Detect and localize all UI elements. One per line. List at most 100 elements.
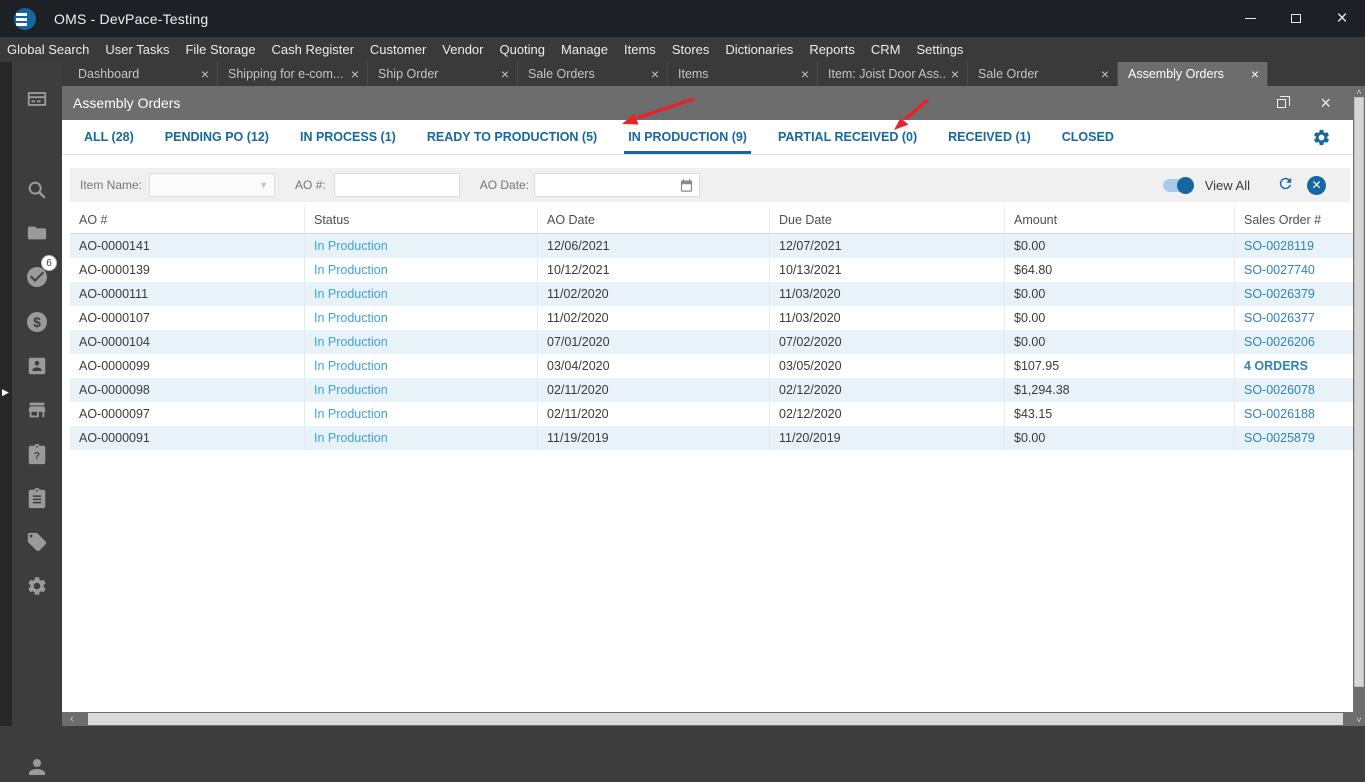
sales-order-link[interactable]: SO-0026206: [1235, 330, 1353, 354]
sales-order-link[interactable]: 4 ORDERS: [1235, 354, 1353, 378]
status-link[interactable]: In Production: [305, 354, 538, 378]
sidebar-item-orders[interactable]: [12, 483, 62, 513]
refresh-button[interactable]: [1277, 175, 1294, 195]
menu-settings[interactable]: Settings: [916, 42, 963, 57]
menu-user-tasks[interactable]: User Tasks: [105, 42, 169, 57]
doc-tab-item-joist[interactable]: Item: Joist Door Ass... ×: [818, 62, 968, 86]
sales-order-link[interactable]: SO-0026379: [1235, 282, 1353, 306]
menu-global-search[interactable]: Global Search: [7, 42, 89, 57]
table-row[interactable]: AO-0000099 In Production 03/04/2020 03/0…: [70, 354, 1353, 378]
tab-close-icon[interactable]: ×: [651, 66, 659, 82]
table-row[interactable]: AO-0000097 In Production 02/11/2020 02/1…: [70, 402, 1353, 426]
calendar-icon[interactable]: [679, 178, 694, 196]
item-name-select[interactable]: ▼: [149, 173, 276, 197]
status-link[interactable]: In Production: [305, 258, 538, 282]
sidebar-expander-icon[interactable]: ▶: [2, 387, 9, 398]
sidebar-item-help-tasks[interactable]: ?: [12, 439, 62, 469]
sidebar-item-user[interactable]: [12, 752, 62, 782]
tab-all[interactable]: ALL (28): [80, 120, 138, 154]
vertical-scroll-thumb[interactable]: [1354, 97, 1364, 687]
horizontal-scrollbar[interactable]: ‹: [62, 712, 1353, 726]
menu-crm[interactable]: CRM: [871, 42, 901, 57]
column-header-due-date[interactable]: Due Date: [770, 206, 1005, 233]
minimize-button[interactable]: [1227, 0, 1273, 37]
menu-customer[interactable]: Customer: [370, 42, 426, 57]
status-link[interactable]: In Production: [305, 306, 538, 330]
column-header-ao[interactable]: AO #: [70, 206, 305, 233]
sales-order-link[interactable]: SO-0028119: [1235, 234, 1353, 258]
status-link[interactable]: In Production: [305, 282, 538, 306]
menu-cash-register[interactable]: Cash Register: [272, 42, 354, 57]
clear-filters-button[interactable]: ✕: [1307, 175, 1326, 195]
tab-partial-received[interactable]: PARTIAL RECEIVED (0): [774, 120, 921, 154]
tab-closed[interactable]: CLOSED: [1058, 120, 1118, 154]
tab-close-icon[interactable]: ×: [951, 66, 959, 82]
sidebar-item-settings[interactable]: [12, 571, 62, 601]
menu-reports[interactable]: Reports: [809, 42, 855, 57]
column-header-ao-date[interactable]: AO Date: [538, 206, 770, 233]
maximize-button[interactable]: [1273, 0, 1319, 37]
table-row[interactable]: AO-0000139 In Production 10/12/2021 10/1…: [70, 258, 1353, 282]
status-link[interactable]: In Production: [305, 402, 538, 426]
sidebar-item-tasks[interactable]: 6: [12, 255, 62, 292]
doc-tab-ship-order[interactable]: Ship Order ×: [368, 62, 518, 86]
status-link[interactable]: In Production: [305, 330, 538, 354]
sales-order-link[interactable]: SO-0025879: [1235, 426, 1353, 450]
tab-in-production[interactable]: IN PRODUCTION (9): [624, 120, 751, 154]
menu-items[interactable]: Items: [624, 42, 656, 57]
doc-tab-sale-orders[interactable]: Sale Orders ×: [518, 62, 668, 86]
sidebar-item-cash[interactable]: $: [12, 307, 62, 337]
tab-close-icon[interactable]: ×: [501, 66, 509, 82]
sidebar-item-file-storage[interactable]: [12, 218, 62, 248]
ao-number-input[interactable]: [333, 173, 460, 197]
restore-icon[interactable]: [1277, 95, 1291, 108]
horizontal-scroll-thumb[interactable]: [88, 713, 1343, 725]
ao-date-input[interactable]: [534, 173, 701, 197]
doc-tab-items[interactable]: Items ×: [668, 62, 818, 86]
table-row[interactable]: AO-0000104 In Production 07/01/2020 07/0…: [70, 330, 1353, 354]
tab-close-icon[interactable]: ×: [801, 66, 809, 82]
status-link[interactable]: In Production: [305, 234, 538, 258]
sales-order-link[interactable]: SO-0027740: [1235, 258, 1353, 282]
tab-close-icon[interactable]: ×: [351, 66, 359, 82]
doc-tab-shipping[interactable]: Shipping for e-com... ×: [218, 62, 368, 86]
table-row[interactable]: AO-0000111 In Production 11/02/2020 11/0…: [70, 282, 1353, 306]
grid-settings-button[interactable]: [1312, 120, 1353, 154]
scroll-down-icon[interactable]: ˅: [1353, 715, 1365, 725]
tab-ready-to-production[interactable]: READY TO PRODUCTION (5): [423, 120, 601, 154]
sales-order-link[interactable]: SO-0026078: [1235, 378, 1353, 402]
table-row[interactable]: AO-0000098 In Production 02/11/2020 02/1…: [70, 378, 1353, 402]
menu-stores[interactable]: Stores: [672, 42, 710, 57]
doc-tab-dashboard[interactable]: Dashboard ×: [68, 62, 218, 86]
table-row[interactable]: AO-0000141 In Production 12/06/2021 12/0…: [70, 234, 1353, 258]
sidebar-item-stores[interactable]: [12, 395, 62, 425]
scroll-up-icon[interactable]: ˄: [1353, 87, 1365, 97]
doc-tab-sale-order[interactable]: Sale Order ×: [968, 62, 1118, 86]
status-link[interactable]: In Production: [305, 426, 538, 450]
column-header-amount[interactable]: Amount: [1005, 206, 1235, 233]
menu-manage[interactable]: Manage: [561, 42, 608, 57]
table-row[interactable]: AO-0000091 In Production 11/19/2019 11/2…: [70, 426, 1353, 450]
sidebar-item-dashboard[interactable]: [12, 84, 62, 114]
close-button[interactable]: ×: [1319, 0, 1365, 37]
tab-in-process[interactable]: IN PROCESS (1): [296, 120, 400, 154]
menu-dictionaries[interactable]: Dictionaries: [725, 42, 793, 57]
menu-file-storage[interactable]: File Storage: [185, 42, 255, 57]
inner-close-icon[interactable]: ×: [1320, 94, 1331, 112]
vertical-scrollbar[interactable]: ˄ ˅: [1353, 86, 1365, 726]
sidebar-item-tags[interactable]: [12, 527, 62, 557]
sales-order-link[interactable]: SO-0026188: [1235, 402, 1353, 426]
tab-close-icon[interactable]: ×: [1251, 66, 1259, 82]
status-link[interactable]: In Production: [305, 378, 538, 402]
doc-tab-assembly-orders[interactable]: Assembly Orders ×: [1118, 62, 1268, 86]
view-all-toggle[interactable]: [1162, 176, 1194, 194]
sidebar-item-search[interactable]: [12, 175, 62, 205]
tab-received[interactable]: RECEIVED (1): [944, 120, 1035, 154]
tab-pending-po[interactable]: PENDING PO (12): [161, 120, 273, 154]
column-header-status[interactable]: Status: [305, 206, 538, 233]
sidebar-item-contacts[interactable]: [12, 351, 62, 381]
menu-vendor[interactable]: Vendor: [442, 42, 483, 57]
tab-close-icon[interactable]: ×: [1101, 66, 1109, 82]
tab-close-icon[interactable]: ×: [201, 66, 209, 82]
scroll-left-icon[interactable]: ‹: [70, 712, 74, 726]
